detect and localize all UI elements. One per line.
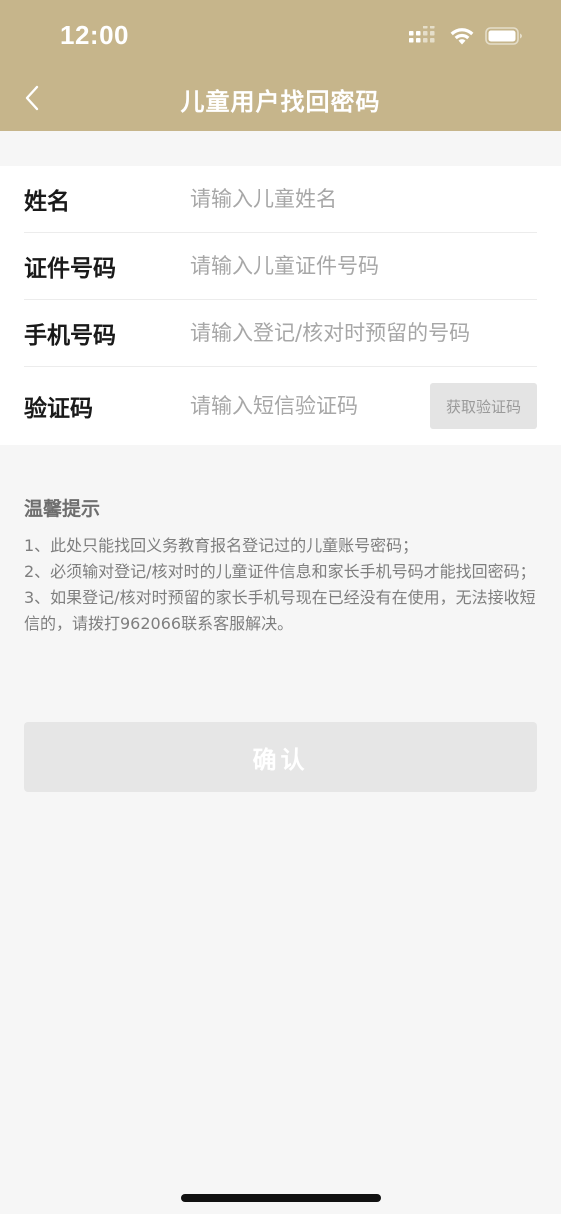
tip-item: 1、此处只能找回义务教育报名登记过的儿童账号密码； <box>24 536 419 555</box>
id-number-label: 证件号码 <box>24 256 116 282</box>
verification-code-input[interactable] <box>190 388 420 424</box>
status-time: 12:00 <box>60 20 129 50</box>
battery-icon <box>485 26 523 50</box>
form-row-id-number: 证件号码 <box>24 233 537 300</box>
recovery-form: 姓名 证件号码 手机号码 验证码 获取验证码 <box>0 166 561 445</box>
screen: 12:00 儿童用户找回密码 姓名 请输入儿童姓名 证件号码 请输入儿童证件号码… <box>0 0 561 1214</box>
verification-code-label: 验证码 <box>24 396 93 422</box>
form-row-verification-code: 验证码 获取验证码 <box>24 367 537 445</box>
phone-label: 手机号码 <box>24 323 116 349</box>
tips-list: 1、此处只能找回义务教育报名登记过的儿童账号密码； 2、必须输对登记/核对时的儿… <box>24 533 537 637</box>
page-title: 儿童用户找回密码 <box>180 88 381 116</box>
form-row-name: 姓名 <box>24 166 537 233</box>
name-label: 姓名 <box>24 189 70 215</box>
phone-input[interactable] <box>190 315 510 351</box>
name-input[interactable] <box>190 181 510 217</box>
cellular-signal-icon <box>409 24 439 50</box>
home-indicator <box>181 1194 381 1202</box>
tips-title: 温馨提示 <box>24 498 101 520</box>
tip-item: 3、如果登记/核对时预留的家长手机号现在已经没有在使用，无法接收短信的，请拨打9… <box>24 588 536 633</box>
confirm-button[interactable]: 确认 <box>24 722 537 792</box>
header: 12:00 儿童用户找回密码 <box>0 0 561 131</box>
wifi-icon <box>449 26 475 50</box>
id-number-input[interactable] <box>190 248 510 284</box>
get-code-button[interactable]: 获取验证码 <box>430 383 537 429</box>
status-icons <box>409 24 523 50</box>
tip-item: 2、必须输对登记/核对时的儿童证件信息和家长手机号码才能找回密码； <box>24 562 536 581</box>
form-row-phone: 手机号码 <box>24 300 537 367</box>
